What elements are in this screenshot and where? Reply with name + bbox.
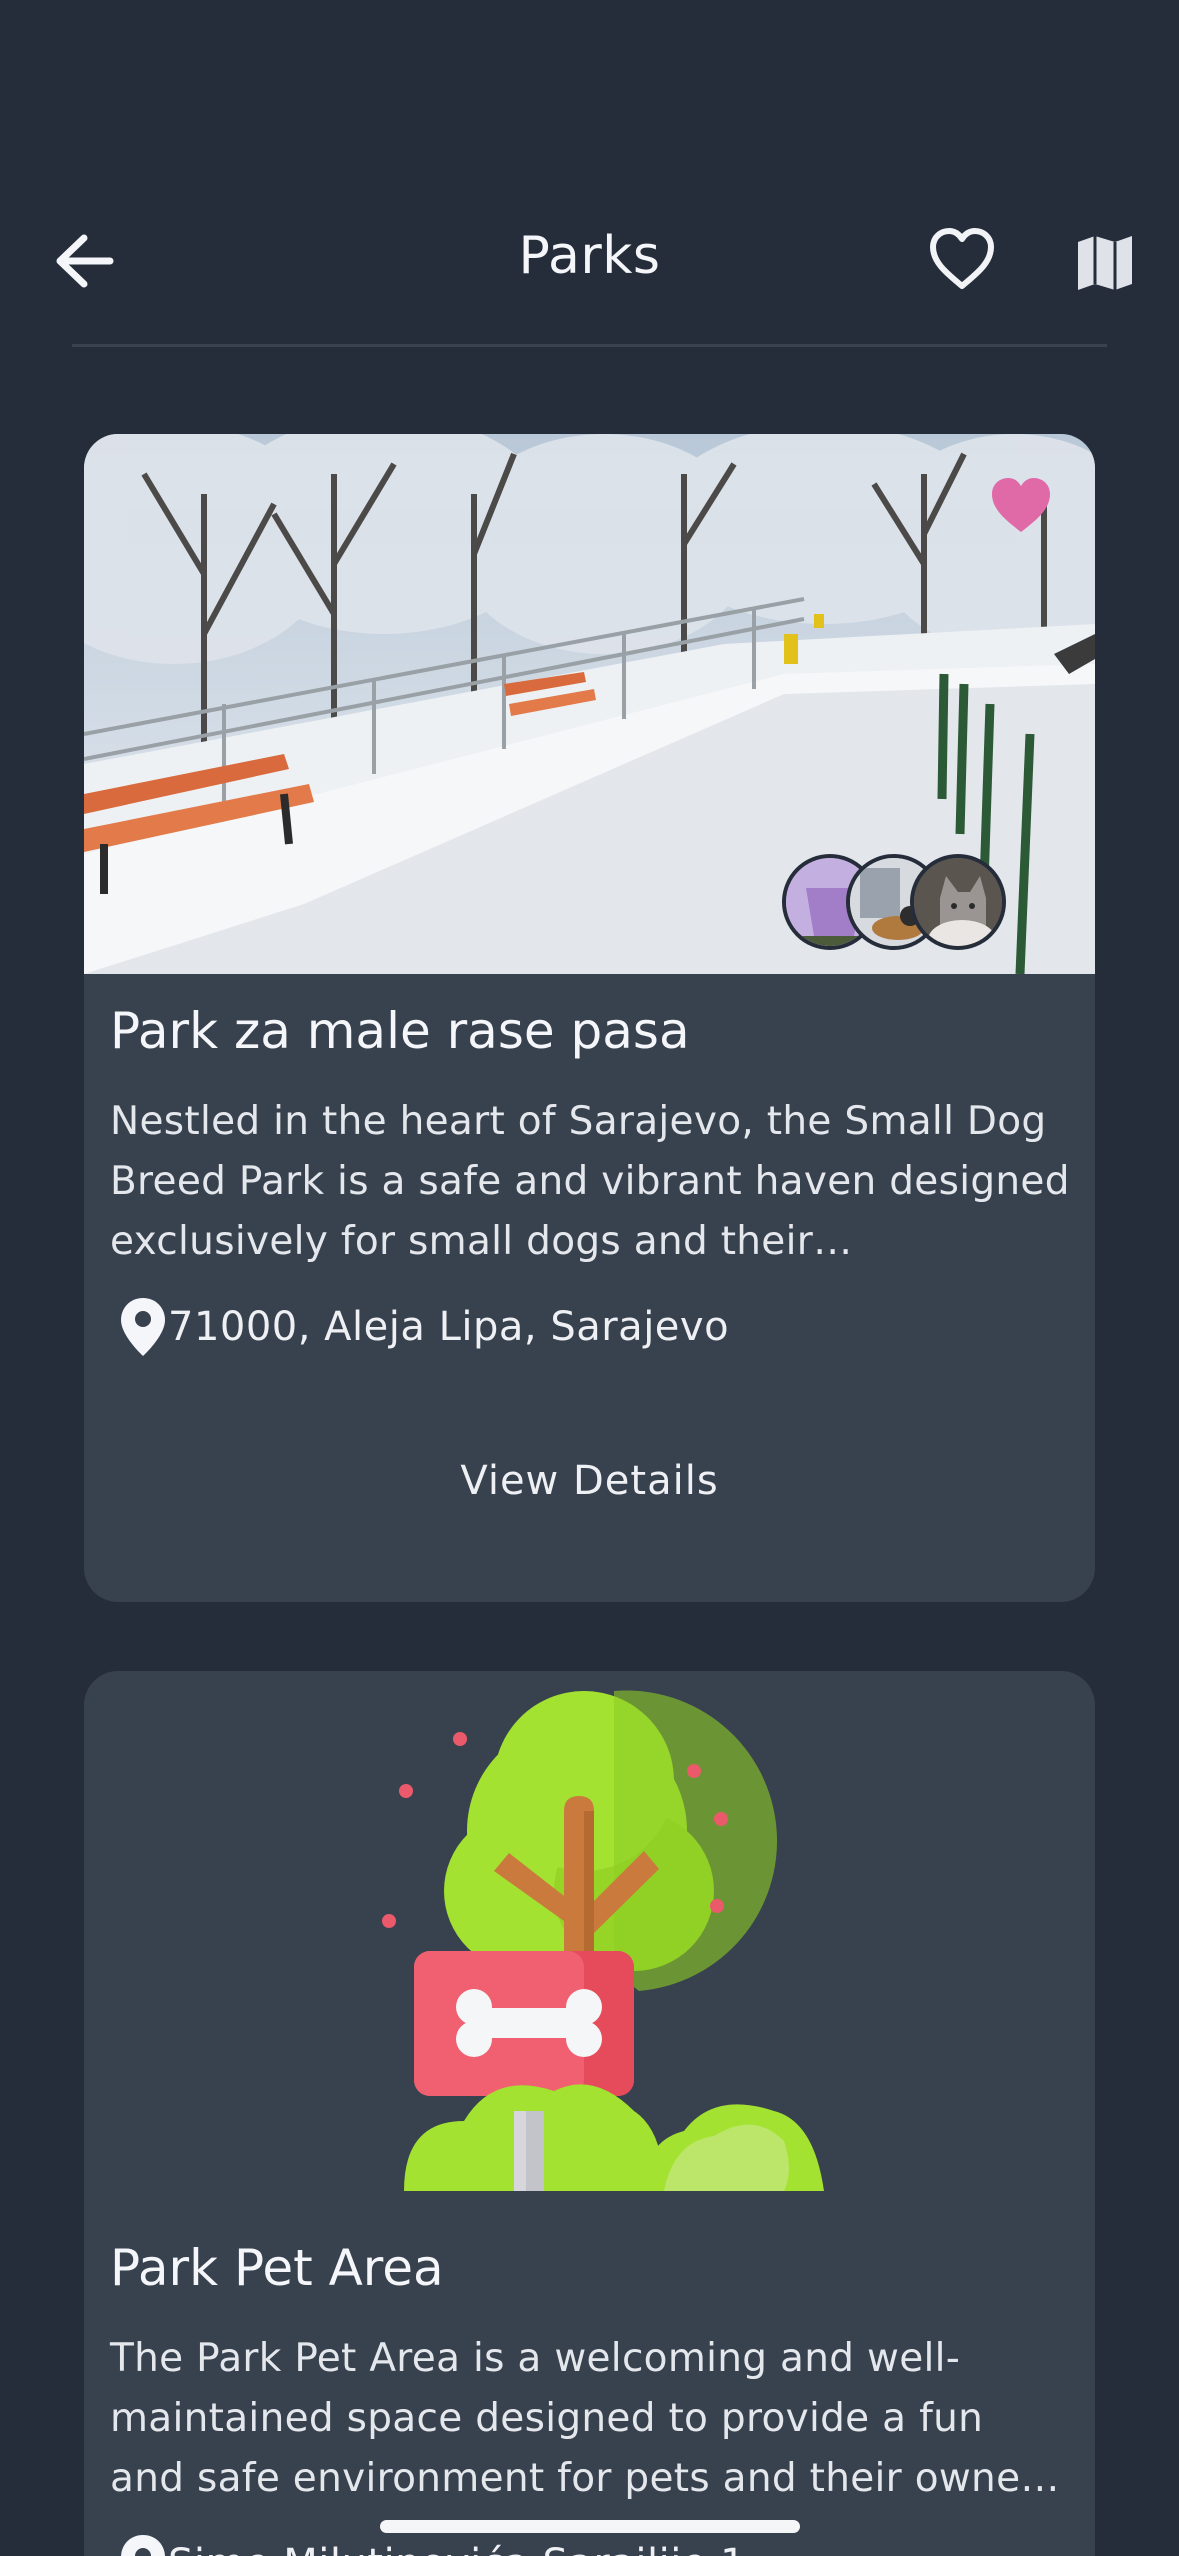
app-header: Parks — [0, 200, 1179, 320]
park-illustration — [382, 1690, 824, 2191]
address-text: Sime Milutinovića Sarajlije 1 — [168, 2541, 746, 2556]
park-card[interactable]: Park Pet Area The Park Pet Area is a wel… — [84, 1671, 1095, 2556]
heart-outline-icon — [930, 228, 994, 289]
park-address: Sime Milutinovića Sarajlije 1 — [118, 2533, 1058, 2556]
home-indicator[interactable] — [380, 2520, 800, 2533]
address-text: 71000, Aleja Lipa, Sarajevo — [168, 1304, 730, 1350]
park-description: The Park Pet Area is a welcoming and wel… — [110, 2336, 1060, 2501]
visitor-avatars — [782, 854, 1022, 954]
view-details-button[interactable]: View Details — [84, 1458, 1095, 1504]
location-pin-icon — [121, 2535, 165, 2556]
park-name: Park Pet Area — [110, 2239, 444, 2297]
page-title: Parks — [518, 226, 661, 286]
avatar — [910, 854, 1006, 950]
map-icon — [1078, 236, 1132, 290]
park-address: 71000, Aleja Lipa, Sarajevo — [118, 1296, 1058, 1362]
map-view-button[interactable] — [1075, 232, 1135, 292]
park-name: Park za male rase pasa — [110, 1002, 690, 1060]
park-card[interactable]: Park za male rase pasa Nestled in the he… — [84, 434, 1095, 1602]
header-divider — [72, 344, 1107, 347]
favorites-button[interactable] — [928, 226, 996, 292]
location-pin-icon — [121, 1298, 165, 1356]
park-description: Nestled in the heart of Sarajevo, the Sm… — [110, 1099, 1070, 1264]
favorite-heart-icon[interactable] — [988, 474, 1054, 536]
